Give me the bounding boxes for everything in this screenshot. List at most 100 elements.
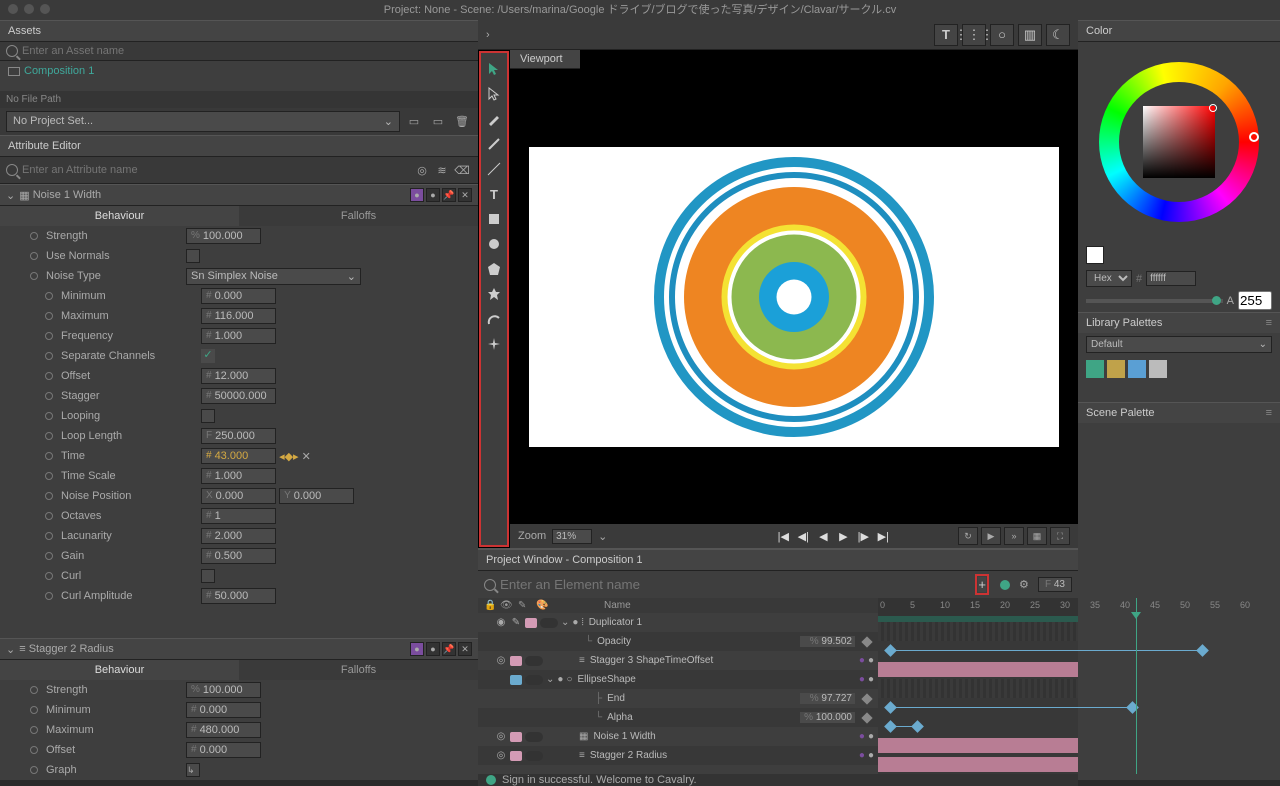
play-back-icon[interactable]: ◀ bbox=[813, 527, 833, 545]
frame-display[interactable]: F 43 bbox=[1038, 577, 1072, 592]
use-normals-check[interactable] bbox=[186, 249, 200, 263]
vp-opt2-icon[interactable]: ▶ bbox=[981, 527, 1001, 545]
time-input[interactable]: #43.000 bbox=[201, 448, 276, 464]
step-back-icon[interactable]: ◀| bbox=[793, 527, 813, 545]
sv-picker[interactable] bbox=[1143, 106, 1215, 178]
viewport-tab[interactable]: Viewport bbox=[510, 50, 580, 69]
save-icon[interactable]: ▭ bbox=[428, 112, 448, 132]
time-scale-input[interactable]: #1.000 bbox=[201, 468, 276, 484]
tab-behaviour[interactable]: Behaviour bbox=[0, 660, 239, 680]
tab-behaviour[interactable]: Behaviour bbox=[0, 206, 239, 226]
lacunarity-input[interactable]: #2.000 bbox=[201, 528, 276, 544]
polygon-tool[interactable] bbox=[482, 257, 506, 281]
layer-ellipse[interactable]: ⌄●○EllipseShape●● bbox=[478, 670, 878, 689]
pin-icon[interactable]: 📌 bbox=[442, 188, 456, 202]
layer-opacity[interactable]: └Opacity% 99.502 bbox=[478, 632, 878, 651]
trash-icon[interactable]: 🗑 bbox=[452, 112, 472, 132]
go-end-icon[interactable]: ▶| bbox=[873, 527, 893, 545]
crescent-icon[interactable]: ☾ bbox=[1046, 24, 1070, 46]
link-right-icon[interactable]: ● bbox=[426, 642, 440, 656]
strength-input[interactable]: %100.000 bbox=[186, 228, 261, 244]
link-right-icon[interactable]: ● bbox=[426, 188, 440, 202]
palette-swatch[interactable] bbox=[1086, 360, 1104, 378]
active-indicator[interactable] bbox=[1000, 580, 1010, 590]
link-left-icon[interactable]: ● bbox=[410, 188, 424, 202]
attr-group-noise[interactable]: ⌄ ▦ Noise 1 Width ● ● 📌 ✕ bbox=[0, 184, 478, 206]
circle-outline-icon[interactable]: ○ bbox=[990, 24, 1014, 46]
minimum2-input[interactable]: #0.000 bbox=[186, 702, 261, 718]
star-tool[interactable] bbox=[482, 282, 506, 306]
maximum-input[interactable]: #116.000 bbox=[201, 308, 276, 324]
offset-input[interactable]: #12.000 bbox=[201, 368, 276, 384]
layer-noise1[interactable]: ◎▦Noise 1 Width●● bbox=[478, 727, 878, 746]
gain-input[interactable]: #0.500 bbox=[201, 548, 276, 564]
close-icon[interactable]: ✕ bbox=[458, 188, 472, 202]
alpha-slider[interactable] bbox=[1086, 299, 1223, 303]
menu-icon[interactable]: ≡ bbox=[1266, 317, 1272, 329]
palette-swatch[interactable] bbox=[1128, 360, 1146, 378]
maximum2-input[interactable]: #480.000 bbox=[186, 722, 261, 738]
alpha-input[interactable] bbox=[1238, 291, 1272, 310]
vp-opt5-icon[interactable]: ⛶ bbox=[1050, 527, 1070, 545]
tab-falloffs[interactable]: Falloffs bbox=[239, 206, 478, 226]
noise-pos-y-input[interactable]: Y0.000 bbox=[279, 488, 354, 504]
noise-pos-x-input[interactable]: X0.000 bbox=[201, 488, 276, 504]
offset2-input[interactable]: #0.000 bbox=[186, 742, 261, 758]
arc-tool[interactable] bbox=[482, 307, 506, 331]
palette-select[interactable]: Default⌄ bbox=[1086, 336, 1272, 353]
filter-icon[interactable]: ≋ bbox=[432, 160, 452, 180]
projwin-search-input[interactable] bbox=[500, 577, 971, 592]
rect-tool[interactable] bbox=[482, 207, 506, 231]
close-dot[interactable] bbox=[8, 4, 18, 14]
layer-alpha[interactable]: └Alpha% 100.000 bbox=[478, 708, 878, 727]
strength2-input[interactable]: %100.000 bbox=[186, 682, 261, 698]
curl-amp-input[interactable]: #50.000 bbox=[201, 588, 276, 604]
curl-check[interactable] bbox=[201, 569, 215, 583]
text-tool[interactable]: T bbox=[482, 182, 506, 206]
direct-select-tool[interactable] bbox=[482, 82, 506, 106]
menu-icon[interactable]: ≡ bbox=[1266, 407, 1272, 419]
attr-group-stagger[interactable]: ⌄ ≡ Stagger 2 Radius ● ● 📌 ✕ bbox=[0, 638, 478, 660]
step-fwd-icon[interactable]: |▶ bbox=[853, 527, 873, 545]
zoom-dropdown-icon[interactable]: ⌄ bbox=[598, 530, 607, 543]
hex-input[interactable] bbox=[1146, 271, 1196, 286]
close-icon[interactable]: ✕ bbox=[458, 642, 472, 656]
tab-falloffs[interactable]: Falloffs bbox=[239, 660, 478, 680]
clear-icon[interactable]: ⌫ bbox=[452, 160, 472, 180]
add-element-button[interactable]: + bbox=[975, 574, 989, 595]
min-dot[interactable] bbox=[24, 4, 34, 14]
looping-check[interactable] bbox=[201, 409, 215, 423]
folder-icon[interactable]: ▭ bbox=[404, 112, 424, 132]
layer-end[interactable]: ├End% 97.727 bbox=[478, 689, 878, 708]
octaves-input[interactable]: #1 bbox=[201, 508, 276, 524]
noise-type-select[interactable]: Sn Simplex Noise⌄ bbox=[186, 268, 361, 285]
vp-opt4-icon[interactable]: ▦ bbox=[1027, 527, 1047, 545]
playhead[interactable] bbox=[1136, 598, 1137, 774]
stagger-input[interactable]: #50000.000 bbox=[201, 388, 276, 404]
asset-item-composition[interactable]: Composition 1 bbox=[8, 65, 470, 77]
go-start-icon[interactable]: |◀ bbox=[773, 527, 793, 545]
vp-opt3-icon[interactable]: » bbox=[1004, 527, 1024, 545]
hue-cursor[interactable] bbox=[1249, 132, 1259, 142]
brush-tool[interactable] bbox=[482, 107, 506, 131]
link-left-icon[interactable]: ● bbox=[410, 642, 424, 656]
viewport-canvas[interactable] bbox=[510, 69, 1078, 524]
chevron-right-icon[interactable]: › bbox=[486, 29, 490, 41]
line-tool[interactable] bbox=[482, 157, 506, 181]
grid-icon[interactable]: ⋮⋮⋮ bbox=[962, 24, 986, 46]
color-wheel[interactable] bbox=[1078, 42, 1280, 242]
graph-icon[interactable]: ↳ bbox=[186, 763, 200, 777]
zoom-input[interactable] bbox=[552, 529, 592, 544]
assets-search-input[interactable] bbox=[22, 45, 472, 57]
play-icon[interactable]: ▶ bbox=[833, 527, 853, 545]
palette-swatch[interactable] bbox=[1149, 360, 1167, 378]
attr-search[interactable]: ◎ ≋ ⌫ bbox=[0, 157, 478, 184]
frequency-input[interactable]: #1.000 bbox=[201, 328, 276, 344]
pin-icon[interactable]: 📌 bbox=[442, 642, 456, 656]
current-color-swatch[interactable] bbox=[1086, 246, 1104, 264]
loop-length-input[interactable]: F250.000 bbox=[201, 428, 276, 444]
sep-channels-check[interactable]: ✓ bbox=[201, 349, 215, 363]
color-mode-select[interactable]: Hex bbox=[1086, 270, 1132, 287]
layer-stagger2[interactable]: ◎≡Stagger 2 Radius●● bbox=[478, 746, 878, 765]
time-ruler[interactable]: 051015202530354045505560 bbox=[878, 598, 1078, 616]
